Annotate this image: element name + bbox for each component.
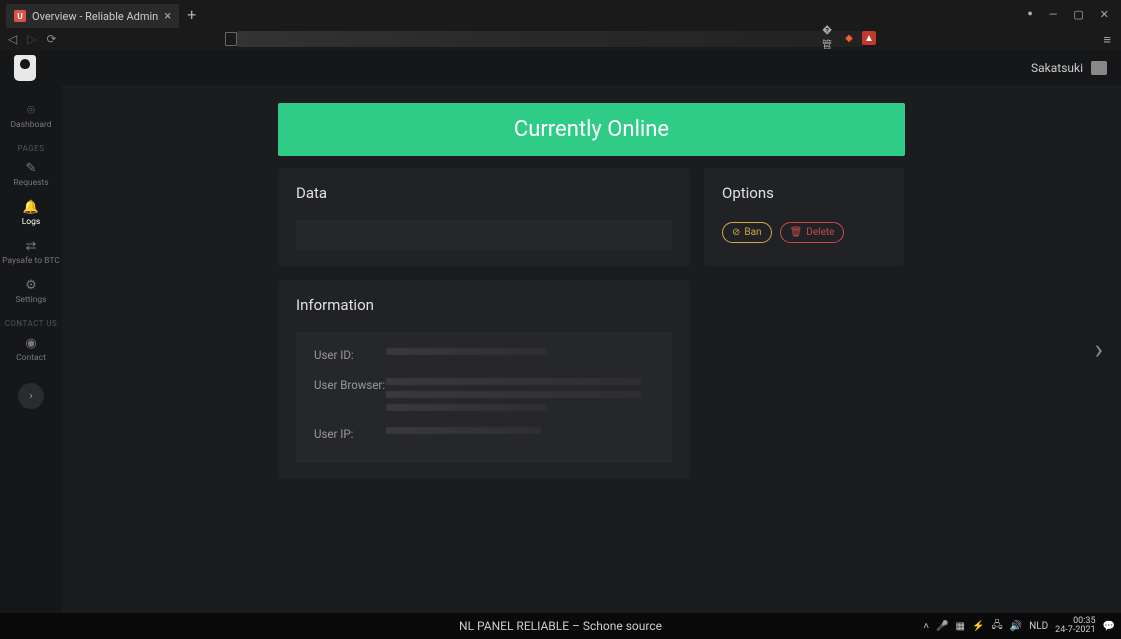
tray-mic-icon[interactable]: 🎤 bbox=[936, 621, 948, 632]
redacted-data bbox=[296, 220, 672, 250]
sidebar-label: Requests bbox=[0, 178, 62, 188]
new-tab-button[interactable]: + bbox=[187, 5, 196, 24]
gear-icon: ⚙ bbox=[0, 278, 62, 293]
avatar-icon bbox=[1091, 61, 1107, 75]
info-key: User ID: bbox=[314, 348, 386, 362]
tray-power-icon[interactable]: ⚡ bbox=[972, 621, 984, 632]
tab-favicon-icon: U bbox=[14, 10, 26, 22]
edit-icon: ✎ bbox=[0, 161, 62, 176]
card-information: Information User ID: User Browser: User … bbox=[278, 280, 690, 479]
next-arrow-button[interactable]: › bbox=[1095, 333, 1103, 366]
sidebar-item-logs[interactable]: 🔔 Logs bbox=[0, 194, 62, 233]
delete-label: Delete bbox=[806, 227, 834, 238]
system-tray: ˄ 🎤 ▦ ⚡ 🖧 🔊 NLD 00:35 24-7-2021 💬 bbox=[923, 617, 1121, 635]
sidebar-label: Logs bbox=[0, 217, 62, 227]
info-row-user-browser: User Browser: bbox=[314, 378, 654, 411]
card-title-data: Data bbox=[296, 184, 672, 202]
bell-icon: 🔔 bbox=[0, 200, 62, 215]
delete-button[interactable]: 🗑 Delete bbox=[780, 222, 845, 243]
brave-shield-icon[interactable]: ◆ bbox=[842, 31, 856, 45]
sidebar-heading-contact: CONTACT US bbox=[5, 319, 58, 328]
window-controls: ● — ▢ ✕ bbox=[1027, 8, 1121, 21]
user-menu[interactable]: Sakatsuki bbox=[1031, 61, 1107, 75]
browser-menu-icon[interactable]: ≡ bbox=[1103, 32, 1111, 48]
tab-close-icon[interactable]: × bbox=[164, 9, 171, 24]
circle-icon: ◉ bbox=[0, 336, 62, 351]
main-content: Currently Online Data Options ⊘ Ban 🗑 De… bbox=[62, 85, 1121, 613]
info-key: User Browser: bbox=[314, 378, 386, 392]
redacted-value bbox=[386, 427, 541, 434]
tray-volume-icon[interactable]: 🔊 bbox=[1010, 621, 1022, 632]
taskbar: NL PANEL RELIABLE – Schone source ˄ 🎤 ▦ … bbox=[0, 613, 1121, 639]
app-logo-icon[interactable] bbox=[14, 55, 36, 81]
sidebar-label: Dashboard bbox=[0, 120, 62, 130]
forward-button[interactable]: ▷ bbox=[27, 32, 36, 46]
sidebar-item-dashboard[interactable]: ⌾ Dashboard bbox=[0, 97, 62, 136]
tray-expand-icon[interactable]: ˄ bbox=[923, 621, 929, 632]
browser-navbar: ◁ ▷ ⟳ bbox=[0, 28, 1121, 50]
card-options: Options ⊘ Ban 🗑 Delete bbox=[704, 168, 904, 266]
browser-tab[interactable]: U Overview - Reliable Admin × bbox=[6, 4, 179, 28]
chevron-right-icon: › bbox=[29, 391, 32, 402]
ban-button[interactable]: ⊘ Ban bbox=[722, 222, 772, 243]
browser-titlebar: U Overview - Reliable Admin × + ● — ▢ ✕ bbox=[0, 0, 1121, 28]
tray-notifications-icon[interactable]: 💬 bbox=[1103, 621, 1115, 632]
url-bar[interactable] bbox=[237, 31, 863, 47]
tray-clock[interactable]: 00:35 24-7-2021 bbox=[1055, 617, 1095, 635]
redacted-value bbox=[386, 348, 547, 355]
card-title-options: Options bbox=[722, 184, 886, 202]
back-button[interactable]: ◁ bbox=[8, 32, 17, 46]
chevron-right-icon: › bbox=[1095, 333, 1103, 366]
info-row-user-ip: User IP: bbox=[314, 427, 654, 441]
app-header: Sakatsuki bbox=[0, 50, 1121, 85]
sidebar-expand-button[interactable]: › bbox=[18, 383, 44, 409]
gauge-icon: ⌾ bbox=[0, 103, 62, 118]
username-label: Sakatsuki bbox=[1031, 61, 1083, 75]
info-row-user-id: User ID: bbox=[314, 348, 654, 362]
sidebar-label: Paysafe to BTC bbox=[0, 256, 62, 266]
tray-date: 24-7-2021 bbox=[1055, 626, 1095, 635]
status-banner: Currently Online bbox=[278, 103, 905, 156]
card-title-info: Information bbox=[296, 296, 672, 314]
brave-warning-icon[interactable]: ▲ bbox=[862, 31, 876, 45]
tray-app-icon[interactable]: ▦ bbox=[956, 621, 965, 632]
translate-icon[interactable]: �管 bbox=[822, 31, 836, 45]
info-key: User IP: bbox=[314, 427, 386, 441]
tab-title: Overview - Reliable Admin bbox=[32, 10, 158, 23]
close-window-button[interactable]: ✕ bbox=[1100, 8, 1109, 21]
sidebar: ⌾ Dashboard PAGES ✎ Requests 🔔 Logs ⇄ Pa… bbox=[0, 85, 62, 613]
trash-icon: 🗑 bbox=[790, 227, 803, 238]
minimize-button[interactable]: — bbox=[1049, 8, 1058, 21]
card-data: Data bbox=[278, 168, 690, 266]
extension-icon[interactable]: ● bbox=[1027, 8, 1032, 21]
ban-icon: ⊘ bbox=[732, 227, 740, 238]
taskbar-caption: NL PANEL RELIABLE – Schone source bbox=[459, 619, 662, 633]
redacted-value bbox=[386, 391, 641, 398]
sidebar-label: Contact bbox=[0, 353, 62, 363]
tray-language[interactable]: NLD bbox=[1029, 621, 1048, 632]
reload-button[interactable]: ⟳ bbox=[46, 32, 56, 46]
sidebar-item-contact[interactable]: ◉ Contact bbox=[0, 330, 62, 369]
sidebar-item-settings[interactable]: ⚙ Settings bbox=[0, 272, 62, 311]
redacted-value bbox=[386, 404, 547, 411]
tray-network-icon[interactable]: 🖧 bbox=[991, 618, 1002, 635]
ban-label: Ban bbox=[744, 227, 761, 238]
transfer-icon: ⇄ bbox=[0, 239, 62, 254]
redacted-value bbox=[386, 378, 641, 385]
url-extension-icons: �管 ◆ ▲ bbox=[822, 31, 876, 45]
sidebar-label: Settings bbox=[0, 295, 62, 305]
sidebar-item-paysafe[interactable]: ⇄ Paysafe to BTC bbox=[0, 233, 62, 272]
maximize-button[interactable]: ▢ bbox=[1073, 8, 1083, 21]
sidebar-item-requests[interactable]: ✎ Requests bbox=[0, 155, 62, 194]
sidebar-heading-pages: PAGES bbox=[18, 144, 45, 153]
